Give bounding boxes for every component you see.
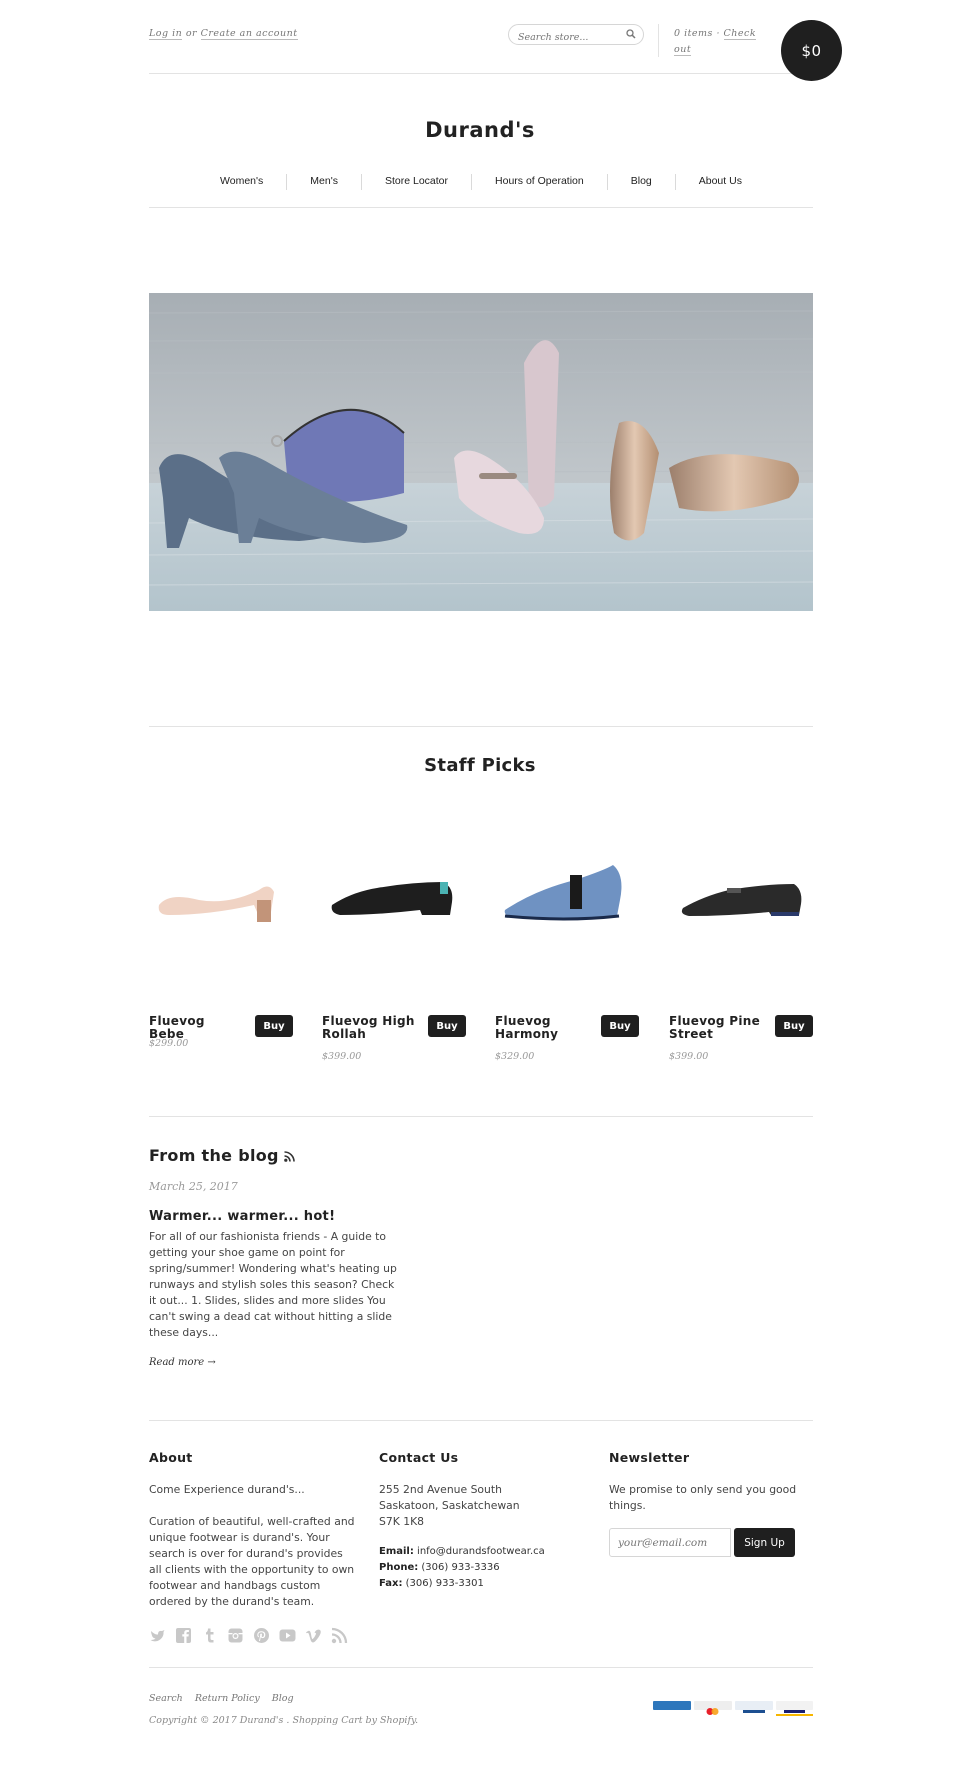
product-card[interactable]: Fluevog Pine Street Buy $399.00 [669,820,813,1062]
mastercard-icon [694,1701,732,1715]
product-price: $329.00 [495,1051,535,1062]
address-line: S7K 1K8 [379,1515,425,1528]
store-logo[interactable]: Durand's [0,118,960,142]
instagram-icon[interactable] [227,1627,244,1644]
rss-icon[interactable] [283,1151,295,1162]
product-grid: Fluevog Bebe Buy $299.00 Fluevog High Ro… [149,820,813,1080]
pinterest-icon[interactable] [253,1627,270,1644]
email-row: Email: info@durandsfootwear.ca [379,1544,585,1560]
product-name[interactable]: Fluevog Pine Street [669,1015,763,1041]
product-price: $399.00 [322,1051,362,1062]
blog-section-title: From the blog [149,1146,295,1165]
product-name[interactable]: Fluevog High Rollah [322,1015,416,1041]
footer-about-body: Curation of beautiful, well-crafted and … [149,1515,355,1608]
product-image-high-rollah[interactable] [322,820,466,960]
buy-button[interactable]: Buy [428,1015,466,1037]
vimeo-icon[interactable] [305,1627,322,1644]
footer-contact: Contact Us 255 2nd Avenue South Saskatoo… [379,1450,585,1592]
blog-post-date: March 25, 2017 [149,1180,238,1193]
nav-item-womens[interactable]: Women's [197,164,286,190]
product-price: $299.00 [149,1038,189,1049]
address-line: 255 2nd Avenue South [379,1483,502,1496]
login-link[interactable]: Log in [149,28,183,40]
section-divider [149,1116,813,1117]
footer-link-return-policy[interactable]: Return Policy [195,1693,260,1704]
fax-label: Fax: [379,1578,403,1589]
product-name[interactable]: Fluevog Harmony [495,1015,589,1041]
email-label: Email: [379,1546,414,1557]
account-links: Log in or Create an account [149,26,298,42]
product-image-harmony[interactable] [495,820,639,960]
blog-title-text: From the blog [149,1146,279,1165]
read-more-link[interactable]: Read more → [149,1357,216,1368]
footer-link-blog[interactable]: Blog [272,1693,294,1704]
footer-divider [149,1420,813,1421]
blog-post-title[interactable]: Warmer... warmer... hot! [149,1209,335,1224]
blog-post-excerpt: For all of our fashionista friends - A g… [149,1230,397,1339]
footer-link-search[interactable]: Search [149,1693,183,1704]
cart-items-count: 0 items [674,28,713,39]
american-express-icon [653,1701,691,1710]
copyright-text: Copyright © 2017 Durand's . Shopping Car… [149,1715,419,1726]
social-links [149,1627,348,1644]
youtube-icon[interactable] [279,1627,296,1644]
product-card[interactable]: Fluevog Bebe Buy $299.00 [149,820,293,1049]
twitter-icon[interactable] [149,1627,166,1644]
staff-picks-title: Staff Picks [424,755,536,776]
newsletter-form: Sign Up [609,1528,815,1557]
cart-total-button[interactable]: $0 [781,20,842,81]
newsletter-text: We promise to only send you good things. [609,1483,797,1512]
footer-bottom-divider [149,1667,813,1668]
phone-label: Phone: [379,1562,419,1573]
product-image-bebe[interactable] [149,820,293,960]
address-line: Saskatoon, Saskatchewan [379,1499,520,1512]
section-divider [149,726,813,727]
product-price: $399.00 [669,1051,709,1062]
cart-summary: 0 items · Check out [674,26,764,58]
visa-icon [776,1701,813,1716]
sign-up-button[interactable]: Sign Up [734,1528,795,1557]
search-input[interactable] [509,28,619,47]
product-card[interactable]: Fluevog High Rollah Buy $399.00 [322,820,466,1062]
create-account-link[interactable]: Create an account [200,28,298,40]
product-card[interactable]: Fluevog Harmony Buy $329.00 [495,820,639,1062]
fax-row: Fax: (306) 933-3301 [379,1576,585,1592]
topbar-divider [658,24,659,57]
buy-button[interactable]: Buy [775,1015,813,1037]
search-icon[interactable] [626,29,636,39]
top-bar: Log in or Create an account 0 items · Ch… [149,0,842,81]
paypal-icon [735,1701,773,1713]
footer-about-intro: Come Experience durand's... [149,1483,305,1496]
facebook-icon[interactable] [175,1627,192,1644]
nav-item-mens[interactable]: Men's [287,164,361,190]
rss-icon[interactable] [331,1627,348,1644]
phone-number: (306) 933-3336 [421,1562,500,1573]
nav-item-hours[interactable]: Hours of Operation [472,164,607,190]
or-text: or [185,28,198,39]
email-link[interactable]: info@durandsfootwear.ca [417,1546,545,1557]
nav-item-blog[interactable]: Blog [608,164,675,190]
main-nav: Women's Men's Store Locator Hours of Ope… [149,164,813,208]
footer-links: Search Return Policy Blog [149,1693,294,1704]
buy-button[interactable]: Buy [601,1015,639,1037]
footer-newsletter: Newsletter We promise to only send you g… [609,1450,815,1557]
search-box [508,24,644,47]
phone-row: Phone: (306) 933-3336 [379,1560,585,1576]
nav-item-store-locator[interactable]: Store Locator [362,164,471,190]
cart-separator: · [716,28,720,39]
fax-number: (306) 933-3301 [405,1578,484,1589]
buy-button[interactable]: Buy [255,1015,293,1037]
hero-image [149,293,813,611]
tumblr-icon[interactable] [201,1627,218,1644]
footer-about: About Come Experience durand's... Curati… [149,1450,355,1610]
footer-contact-title: Contact Us [379,1450,459,1465]
footer-about-title: About [149,1450,193,1465]
hero-banner[interactable] [149,293,813,611]
nav-item-about[interactable]: About Us [676,164,765,190]
footer-newsletter-title: Newsletter [609,1450,690,1465]
newsletter-email-input[interactable] [609,1528,731,1557]
product-image-pine-street[interactable] [669,820,813,960]
